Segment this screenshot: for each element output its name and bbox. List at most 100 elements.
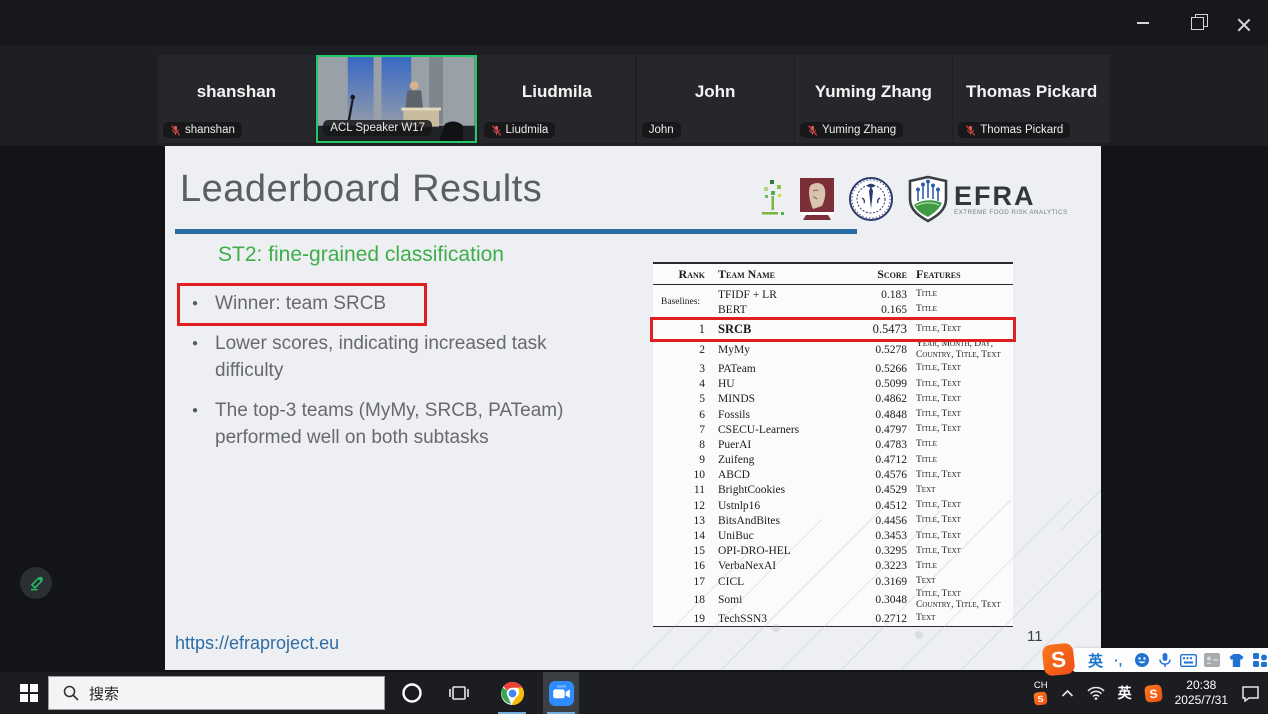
action-center-icon[interactable] [1241, 685, 1260, 702]
baselines-label: Baselines: [661, 297, 700, 307]
header-team: Team Name [711, 267, 845, 282]
cell-team: PATeam [711, 363, 845, 375]
participant-label: John [642, 122, 681, 138]
ime-lang-button[interactable]: 英 [1088, 650, 1103, 671]
bullet-text: Lower scores, indicating increased task … [215, 330, 547, 384]
baselines-section: Baselines: TFIDF + LR0.183TitleBERT0.165… [653, 285, 1013, 320]
title-underline [175, 229, 857, 234]
participant-label: Yuming Zhang [800, 122, 903, 138]
zoom-icon: zoom [549, 681, 574, 706]
cell-score: 0.165 [845, 304, 907, 316]
efra-logo: EFRA EXTREME FOOD RISK ANALYTICS [906, 175, 1068, 223]
taskbar-search[interactable]: 搜索 [48, 676, 385, 710]
baseline-row: TFIDF + LR0.183Title [653, 287, 1013, 302]
emoji-icon[interactable] [1133, 652, 1149, 669]
header-features: Features [907, 269, 1013, 280]
efra-wordmark: EFRA [954, 183, 1068, 209]
participant-label: ACL Speaker W17 [323, 120, 432, 136]
task-view-icon [449, 684, 469, 702]
tray-time: 20:38 [1186, 678, 1216, 693]
participant-label: Liudmila [484, 122, 556, 138]
cell-team: MINDS [711, 393, 845, 405]
hidden-icons-chevron[interactable] [1061, 689, 1074, 698]
leaderboard-row: 3PATeam0.5266Title, Text [653, 361, 1013, 376]
header-score: Score [845, 267, 907, 282]
cell-score: 0.4862 [845, 393, 907, 405]
bullet-dot: ● [192, 397, 198, 451]
toolbox-icon[interactable] [1252, 652, 1268, 669]
cell-rank: 6 [653, 409, 711, 421]
sogou-tray-logo[interactable]: S [1144, 684, 1163, 703]
cell-score: 0.5473 [845, 322, 907, 337]
cell-team: SRCB [711, 322, 845, 337]
participant-label-text: ACL Speaker W17 [330, 122, 425, 134]
participant-tile[interactable]: Yuming ZhangYuming Zhang [795, 55, 952, 143]
header-rank: Rank [653, 267, 711, 282]
cell-features: Title, Text [907, 324, 1013, 335]
punctuation-icon[interactable]: ·, [1110, 652, 1126, 669]
participant-tile[interactable]: Thomas PickardThomas Pickard [953, 55, 1110, 143]
cell-features: Title [907, 289, 1013, 300]
cell-team: MyMy [711, 344, 845, 356]
project-url[interactable]: https://efraproject.eu [175, 633, 339, 654]
participant-label-text: Liudmila [506, 124, 549, 136]
bullet-text: The top-3 teams (MyMy, SRCB, PATeam) per… [215, 397, 563, 451]
mic-muted-icon [170, 125, 181, 136]
skin-icon[interactable] [1228, 652, 1245, 669]
stockholm-university-seal [848, 176, 894, 222]
chrome-taskbar-button[interactable] [494, 672, 530, 714]
zoom-window-titlebar [0, 0, 1268, 45]
restore-button[interactable] [1182, 12, 1212, 34]
search-placeholder: 搜索 [89, 683, 119, 704]
ch-label: CH [1034, 681, 1048, 691]
cell-features: Year, Month, Day,Country, Title, Text [907, 339, 1013, 361]
ime-status[interactable]: CH S [1034, 681, 1048, 705]
mic-muted-icon [807, 125, 818, 136]
baseline-row: BERT0.165Title [653, 302, 1013, 317]
cell-team: HU [711, 378, 845, 390]
mic-muted-icon [965, 125, 976, 136]
annotate-button[interactable] [20, 567, 52, 599]
participant-label-text: John [649, 124, 674, 136]
clock[interactable]: 20:38 2025/7/31 [1175, 678, 1228, 708]
voice-icon[interactable] [1157, 652, 1173, 669]
winner-highlight-box [177, 283, 427, 326]
cell-features: Title, Text [907, 409, 1013, 420]
wifi-icon[interactable] [1087, 686, 1105, 700]
cell-rank: 5 [653, 393, 711, 405]
id-card-icon[interactable] [1204, 652, 1220, 669]
cortana-icon [401, 682, 423, 704]
participant-tile[interactable]: LiudmilaLiudmila [479, 55, 636, 143]
cell-score: 0.5278 [845, 344, 907, 356]
cell-features: Title, Text [907, 379, 1013, 390]
participant-label-text: shanshan [185, 124, 235, 136]
chrome-icon [500, 681, 525, 706]
svg-text:zoom: zoom [557, 684, 566, 688]
cell-features: Title, Text [907, 363, 1013, 374]
close-button[interactable] [1228, 12, 1258, 34]
mic-muted-icon [491, 125, 502, 136]
cell-rank: 3 [653, 363, 711, 375]
cell-score: 0.4848 [845, 409, 907, 421]
keyboard-icon[interactable] [1180, 652, 1197, 669]
cell-features: Title [907, 304, 1013, 315]
participant-tile[interactable]: ACL Speaker W17 [316, 55, 477, 143]
zoom-taskbar-button[interactable]: zoom [543, 672, 579, 714]
cell-features: Title, Text [907, 394, 1013, 405]
cortana-button[interactable] [394, 672, 430, 714]
bullet-item: ● The top-3 teams (MyMy, SRCB, PATeam) pe… [192, 397, 632, 451]
minimize-button[interactable] [1128, 12, 1158, 34]
start-button[interactable] [10, 672, 48, 714]
participant-tile[interactable]: shanshanshanshan [158, 55, 315, 143]
language-indicator[interactable]: 英 [1118, 683, 1132, 703]
table-header-row: Rank Team Name Score Features [653, 264, 1013, 285]
participant-name: John [637, 82, 794, 102]
leaderboard-row: 4HU0.5099Title, Text [653, 377, 1013, 392]
slide-title: Leaderboard Results [180, 168, 542, 211]
participant-tile[interactable]: John John [637, 55, 794, 143]
task-view-button[interactable] [441, 672, 477, 714]
sogou-logo[interactable]: S [1041, 642, 1075, 676]
bullet-item: ●Lower scores, indicating increased task… [192, 330, 632, 384]
pixel-tree-logo [760, 179, 786, 219]
participant-label-text: Thomas Pickard [980, 124, 1063, 136]
